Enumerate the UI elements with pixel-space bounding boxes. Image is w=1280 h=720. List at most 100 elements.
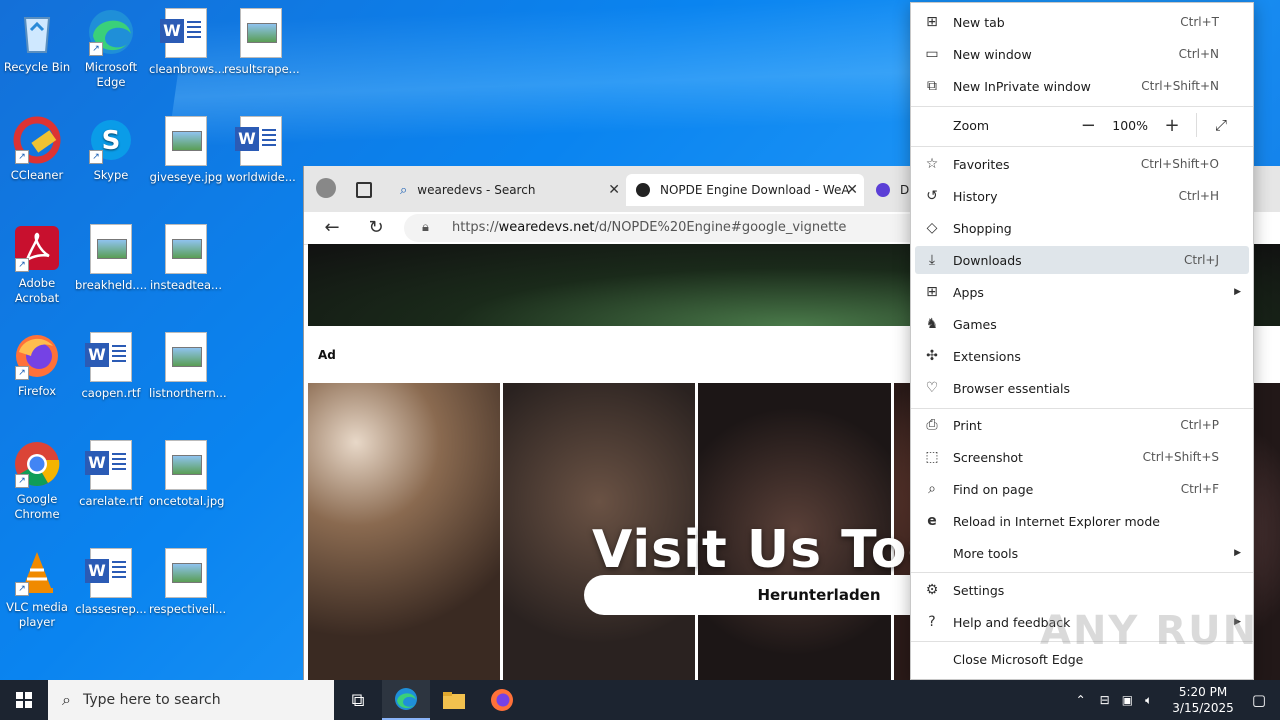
desktop-icon-ccleaner[interactable]: ↗ CCleaner <box>0 110 74 183</box>
start-button[interactable] <box>0 680 48 720</box>
desktop-icon-label: carelate.rtf <box>79 494 143 508</box>
desktop-icon-doc-file[interactable]: W cleanbrows... <box>149 2 226 77</box>
lock-icon: 🔒︎ <box>422 220 429 235</box>
tab-nopde-engine[interactable]: NOPDE Engine Download - WeA ✕ <box>626 174 864 206</box>
print-icon: ⎙ <box>926 417 938 433</box>
desktop-icon-image-file[interactable]: listnorthern... <box>149 326 227 401</box>
menu-item-history[interactable]: ↺ History Ctrl+H <box>915 182 1249 210</box>
desktop-icon-rtf-file[interactable]: W caopen.rtf <box>74 326 148 401</box>
network-icon[interactable]: ⊟ <box>1100 693 1110 707</box>
menu-item-print[interactable]: ⎙ Print Ctrl+P <box>915 411 1249 439</box>
shortcut-arrow-icon: ↗ <box>89 150 103 164</box>
menu-item-shortcut: Ctrl+P <box>1180 418 1219 432</box>
desktop-icon-rtf-file[interactable]: W classesrep... <box>74 542 148 617</box>
close-tab-icon[interactable]: ✕ <box>608 182 620 198</box>
menu-item-shortcut: Ctrl+Shift+S <box>1142 450 1219 464</box>
ccleaner-icon: ↗ <box>13 116 61 164</box>
desktop-icon-image-file[interactable]: resultsrape... <box>224 2 300 77</box>
menu-item-extensions[interactable]: ✣ Extensions <box>915 342 1249 370</box>
find-icon: ⌕ <box>928 481 936 497</box>
menu-item-label: History <box>953 188 998 204</box>
tab-label: NOPDE Engine Download - WeA <box>660 183 850 197</box>
inprivate-icon: ⧉ <box>927 78 937 94</box>
desktop-icon-google-chrome[interactable]: ↗ Google Chrome <box>0 434 74 522</box>
search-icon: ⌕ <box>400 182 408 198</box>
desktop-icon-microsoft-edge[interactable]: ↗ Microsoft Edge <box>74 2 148 90</box>
submenu-arrow-icon: ▶ <box>1234 287 1241 297</box>
menu-item-find-on-page[interactable]: ⌕ Find on page Ctrl+F <box>915 475 1249 503</box>
task-view-icon[interactable]: ⧉ <box>334 680 382 720</box>
desktop-icon-image-file[interactable]: breakheld.... <box>74 218 148 293</box>
system-tray: ⌃ ⊟ ▣ 🔈︎ 5:20 PM 3/15/2025 ▢ <box>1068 680 1280 720</box>
desktop-icon-adobe-acrobat[interactable]: ↗ Adobe Acrobat <box>0 218 74 306</box>
tab-third[interactable]: D <box>866 174 912 206</box>
desktop-icon-image-file[interactable]: respectiveil... <box>149 542 226 617</box>
taskbar-file-explorer-icon[interactable] <box>430 680 478 720</box>
desktop-icon-label: cleanbrows... <box>149 62 226 76</box>
zoom-value: 100% <box>1112 117 1148 133</box>
gallery-panel <box>308 383 501 680</box>
menu-item-label: New tab <box>953 14 1005 30</box>
tab-label: wearedevs - Search <box>417 183 536 197</box>
zoom-in-button[interactable]: + <box>1162 115 1182 136</box>
menu-item-shortcut: Ctrl+F <box>1180 482 1219 496</box>
profile-avatar-icon[interactable] <box>316 178 336 198</box>
menu-item-new-tab[interactable]: ⊞ New tab Ctrl+T <box>915 8 1249 36</box>
taskbar-firefox-icon[interactable] <box>478 680 526 720</box>
tag-icon: ◇ <box>926 220 938 236</box>
menu-item-label: Favorites <box>953 156 1010 172</box>
image-file-icon <box>165 548 207 598</box>
menu-item-games[interactable]: ♞ Games <box>915 310 1249 338</box>
desktop-icon-label: Recycle Bin <box>3 60 71 74</box>
menu-item-new-window[interactable]: ▭ New window Ctrl+N <box>915 40 1249 68</box>
menu-item-settings[interactable]: ⚙ Settings <box>915 576 1249 604</box>
close-tab-icon[interactable]: ✕ <box>846 182 858 198</box>
menu-item-browser-essentials[interactable]: ♡ Browser essentials <box>915 374 1249 402</box>
fullscreen-icon[interactable]: ⤢ <box>1211 116 1231 134</box>
desktop-icon-image-file[interactable]: insteadtea... <box>149 218 223 293</box>
back-arrow-icon[interactable]: ← <box>320 216 344 240</box>
menu-item-favorites[interactable]: ☆ Favorites Ctrl+Shift+O <box>915 150 1249 178</box>
menu-item-downloads[interactable]: ⤓ Downloads Ctrl+J <box>915 246 1249 274</box>
image-file-icon <box>90 224 132 274</box>
desktop-icon-doc-file[interactable]: W worldwide... <box>224 110 298 185</box>
taskbar-clock[interactable]: 5:20 PM 3/15/2025 <box>1172 684 1234 716</box>
image-file-icon <box>165 332 207 382</box>
url-host: wearedevs.net <box>498 220 595 235</box>
games-icon: ♞ <box>925 316 939 332</box>
desktop-icon-label: giveseye.jpg <box>149 170 223 184</box>
desktop-icon-vlc[interactable]: ↗ VLC media player <box>0 542 74 630</box>
adobe-acrobat-icon: ↗ <box>13 224 61 272</box>
menu-item-shopping[interactable]: ◇ Shopping <box>915 214 1249 242</box>
desktop-icon-skype[interactable]: S ↗ Skype <box>74 110 148 183</box>
menu-item-apps[interactable]: ⊞ Apps ▶ <box>915 278 1249 306</box>
desktop-icon-label: Firefox <box>17 384 57 398</box>
heart-icon: ♡ <box>925 380 939 396</box>
menu-item-new-inprivate-window[interactable]: ⧉ New InPrivate window Ctrl+Shift+N <box>915 72 1249 100</box>
menu-item-label: Print <box>953 417 982 433</box>
menu-item-reload-ie-mode[interactable]: e Reload in Internet Explorer mode <box>915 507 1249 535</box>
refresh-icon[interactable]: ↻ <box>364 216 388 240</box>
ad-label: Ad <box>318 348 336 362</box>
desktop-icon-image-file[interactable]: giveseye.jpg <box>149 110 223 185</box>
tab-wearedevs-search[interactable]: ⌕ wearedevs - Search ✕ <box>390 174 626 206</box>
zoom-out-button[interactable]: − <box>1078 115 1098 136</box>
desktop-icon-image-file[interactable]: oncetotal.jpg <box>149 434 224 509</box>
image-file-icon <box>165 116 207 166</box>
taskbar-edge-icon[interactable] <box>382 680 430 720</box>
volume-icon[interactable]: 🔈︎ <box>1145 693 1152 708</box>
notification-icon[interactable]: ▢ <box>1252 691 1266 709</box>
desktop-icon-label: insteadtea... <box>149 278 222 292</box>
tab-actions-icon[interactable] <box>356 182 372 198</box>
desktop-icon-rtf-file[interactable]: W carelate.rtf <box>74 434 148 509</box>
desktop-icon-recycle-bin[interactable]: Recycle Bin <box>0 2 74 75</box>
menu-item-screenshot[interactable]: ⬚ Screenshot Ctrl+Shift+S <box>915 443 1249 471</box>
desktop-icon-firefox[interactable]: ↗ Firefox <box>0 326 74 399</box>
ie-icon: e <box>927 513 937 529</box>
taskbar-search-box[interactable]: ⌕ Type here to search <box>48 680 334 720</box>
desktop-icon-label: resultsrape... <box>224 62 300 76</box>
chevron-up-icon[interactable]: ⌃ <box>1076 693 1086 707</box>
display-icon[interactable]: ▣ <box>1122 693 1133 707</box>
menu-item-label: Extensions <box>953 348 1021 364</box>
menu-item-more-tools[interactable]: More tools ▶ <box>915 539 1249 567</box>
